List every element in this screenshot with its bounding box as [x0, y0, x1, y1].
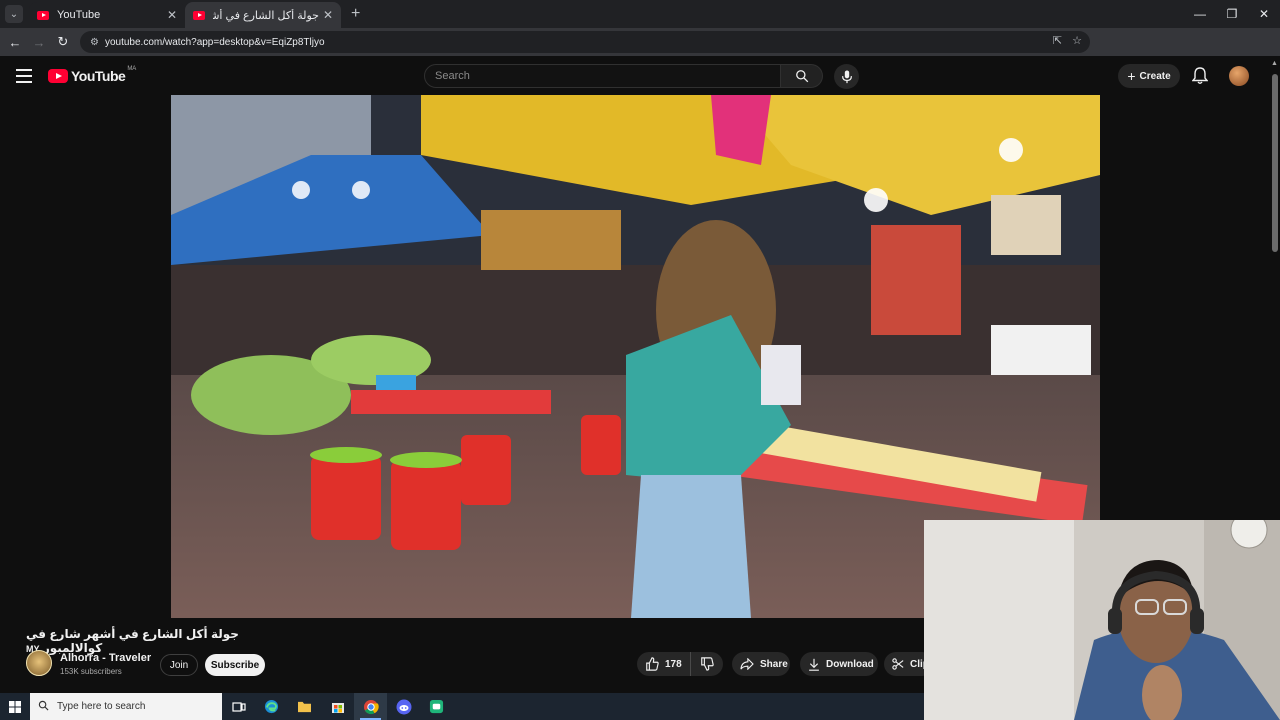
tab-search-button[interactable]: ⌄ [5, 5, 23, 23]
region-code: MA [127, 66, 137, 72]
search-input[interactable] [435, 65, 780, 87]
restore-icon[interactable]: ❐ [1216, 0, 1248, 28]
share-label: Share [760, 658, 788, 670]
site-info-icon[interactable]: ⚙ [90, 37, 99, 48]
youtube-play-icon [48, 69, 68, 83]
minimize-icon[interactable]: — [1184, 0, 1216, 28]
start-button[interactable] [0, 693, 30, 720]
download-icon [808, 658, 820, 671]
tab-label: YouTube [57, 9, 101, 21]
task-view-icon [231, 701, 246, 712]
bookmark-star-icon[interactable]: ☆ [1072, 34, 1082, 47]
close-tab-icon[interactable]: ✕ [167, 8, 177, 22]
microphone-icon [841, 69, 852, 83]
like-dislike-group: 178 [637, 652, 723, 676]
dislike-button[interactable] [691, 657, 723, 671]
app-taskbar-button[interactable] [420, 693, 453, 720]
download-label: Download [826, 658, 874, 670]
bell-icon [1191, 67, 1209, 84]
taskbar-search[interactable]: Type here to search [30, 693, 222, 720]
scroll-up-icon[interactable]: ▲ [1271, 60, 1278, 67]
create-label: Create [1139, 70, 1171, 82]
search-button[interactable] [781, 64, 823, 88]
window-controls: — ❐ ✕ [1184, 0, 1280, 28]
chrome-taskbar-button[interactable] [354, 693, 387, 720]
channel-avatar[interactable] [26, 650, 52, 676]
forward-icon[interactable]: → [27, 35, 51, 50]
close-window-icon[interactable]: ✕ [1248, 0, 1280, 28]
youtube-logo[interactable]: YouTube MA [48, 66, 137, 84]
youtube-header: YouTube MA [0, 56, 1280, 96]
youtube-favicon-icon [193, 10, 205, 20]
reload-icon[interactable]: ↻ [51, 34, 75, 50]
create-button[interactable]: + Create [1118, 64, 1180, 88]
account-avatar[interactable] [1229, 66, 1249, 86]
join-button[interactable]: Join [160, 654, 198, 676]
like-count: 178 [665, 658, 682, 670]
share-button[interactable]: Share [732, 652, 790, 676]
edge-icon [264, 699, 279, 714]
store-icon [331, 702, 344, 713]
search-icon [38, 700, 49, 714]
discord-taskbar-button[interactable] [387, 693, 420, 720]
url-text: youtube.com/watch?app=desktop&v=EqiZp8Tl… [104, 36, 325, 48]
tab-youtube-home[interactable]: YouTube ✕ [29, 2, 185, 28]
subscriber-count: 153K subscribers [60, 667, 122, 676]
folder-icon [298, 701, 311, 713]
share-arrow-icon [740, 658, 754, 670]
chrome-icon [363, 699, 379, 714]
download-button[interactable]: Download [800, 652, 878, 676]
tab-label: جولة أكل الشارع في أشهر شارع في [213, 9, 319, 22]
channel-name[interactable]: Alhorra - Traveler [60, 652, 151, 664]
like-button[interactable]: 178 [637, 652, 691, 676]
close-tab-icon[interactable]: ✕ [323, 8, 333, 22]
tab-current-video[interactable]: جولة أكل الشارع في أشهر شارع في ✕ [185, 2, 341, 28]
file-explorer-taskbar-button[interactable] [288, 693, 321, 720]
webcam-frame [924, 520, 1280, 720]
thumbs-down-icon [701, 657, 714, 671]
thumbs-up-icon [645, 657, 659, 671]
notifications-button[interactable] [1191, 67, 1209, 90]
guide-menu-icon[interactable] [16, 69, 32, 83]
browser-tab-strip: ⌄ YouTube ✕ جولة أكل الشارع في أشهر شارع… [0, 0, 1280, 28]
search-icon [795, 70, 808, 83]
address-bar[interactable]: ⚙ youtube.com/watch?app=desktop&v=EqiZp8… [80, 31, 1090, 53]
task-view-button[interactable] [222, 693, 255, 720]
windows-logo-icon [9, 700, 21, 713]
webcam-overlay [924, 520, 1280, 720]
browser-toolbar: ← → ↻ ⚙ youtube.com/watch?app=desktop&v=… [0, 28, 1280, 77]
store-taskbar-button[interactable] [321, 693, 354, 720]
subscribe-button[interactable]: Subscribe [205, 654, 265, 676]
youtube-favicon-icon [37, 10, 49, 20]
windows-taskbar: Type here to search [0, 693, 924, 720]
scrollbar-thumb[interactable] [1272, 74, 1278, 252]
scissors-icon [892, 658, 904, 670]
edge-taskbar-button[interactable] [255, 693, 288, 720]
back-icon[interactable]: ← [3, 35, 27, 50]
plus-icon: + [1127, 68, 1136, 84]
discord-icon [396, 699, 411, 714]
new-tab-button[interactable]: + [351, 5, 360, 23]
video-title: جولة أكل الشارع في أشهر شارع في كوالالمب… [26, 627, 239, 655]
taskbar-search-placeholder: Type here to search [57, 701, 146, 712]
install-app-icon[interactable]: ⇱ [1053, 34, 1062, 47]
logo-text: YouTube [71, 68, 126, 84]
voice-search-button[interactable] [834, 64, 859, 89]
green-app-icon [429, 699, 444, 714]
search-box [424, 64, 781, 88]
